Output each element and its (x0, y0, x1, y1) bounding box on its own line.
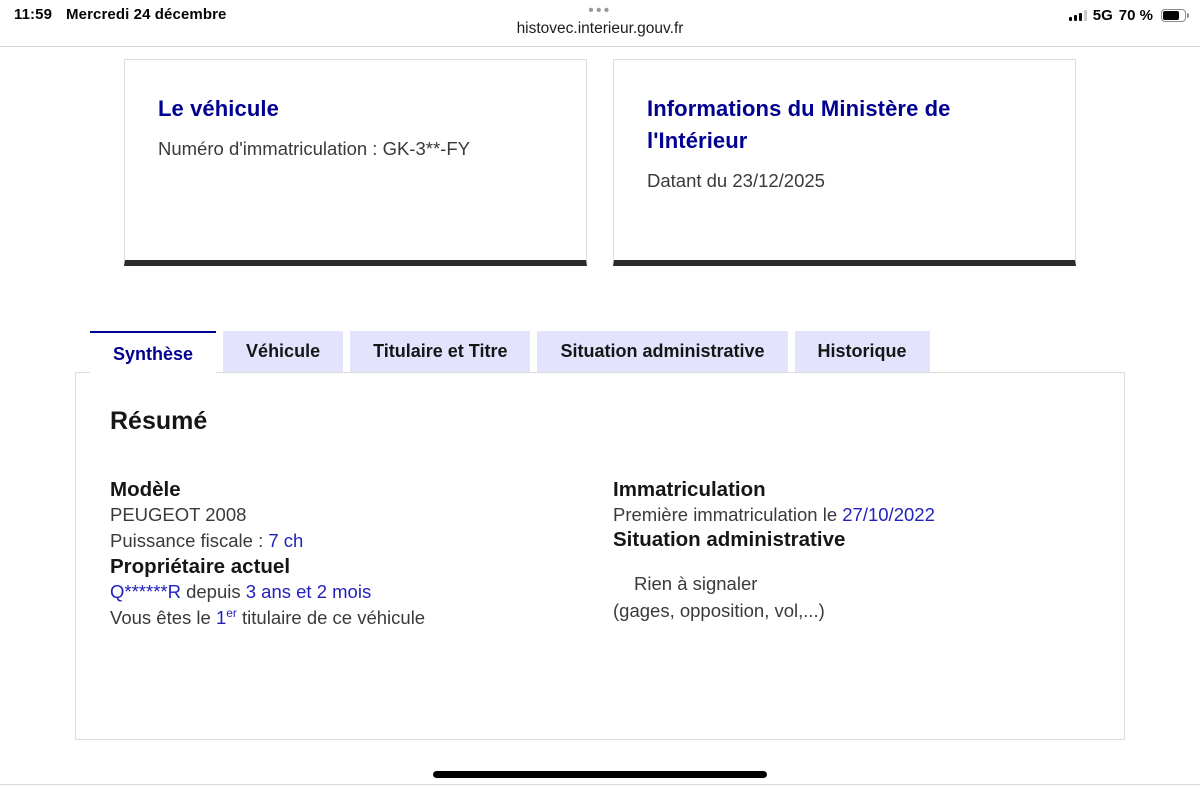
model-heading: Modèle (110, 478, 181, 501)
address-bar[interactable]: histovec.interieur.gouv.fr (0, 20, 1200, 38)
model-name: PEUGEOT 2008 (110, 504, 247, 525)
holder-line: Vous êtes le 1er titulaire de ce véhicul… (110, 605, 613, 631)
summary-cards: Le véhicule Numéro d'immatriculation : G… (124, 59, 1076, 266)
report-tabs: Synthèse Véhicule Titulaire et Titre Sit… (90, 331, 930, 375)
status-center: ••• histovec.interieur.gouv.fr (0, 3, 1200, 38)
owner-line: Q******R depuis 3 ans et 2 mois (110, 579, 613, 605)
tab-titulaire-et-titre[interactable]: Titulaire et Titre (350, 331, 531, 372)
owner-since-value: 3 ans et 2 mois (245, 580, 372, 602)
owner-since-label: depuis (180, 580, 246, 602)
tab-historique[interactable]: Historique (794, 331, 930, 372)
network-type: 5G (1092, 7, 1113, 24)
panel-title: Résumé (110, 407, 208, 435)
registration-label: Première immatriculation le (613, 504, 843, 525)
registration-date: 27/10/2022 (842, 504, 935, 525)
ministry-card: Informations du Ministère de l'Intérieur… (613, 59, 1076, 266)
panel-columns: Modèle PEUGEOT 2008 Puissance fiscale : … (110, 478, 1090, 631)
tab-synthese[interactable]: Synthèse (90, 331, 217, 375)
left-column: Modèle PEUGEOT 2008 Puissance fiscale : … (110, 478, 613, 631)
page-dots-icon[interactable]: ••• (0, 3, 1200, 18)
synthese-panel: Résumé Modèle PEUGEOT 2008 Puissance fis… (75, 372, 1125, 740)
vehicle-card-title: Le véhicule (158, 96, 279, 121)
holder-ordinal-suffix: er (226, 605, 237, 620)
owner-heading: Propriétaire actuel (110, 554, 291, 578)
status-bar: 11:59 Mercredi 24 décembre ••• histovec.… (0, 0, 1200, 47)
battery-icon (1161, 9, 1189, 22)
situation-heading: Situation administrative (613, 528, 846, 552)
fiscal-power-label: Puissance fiscale : (110, 530, 269, 552)
tab-vehicule[interactable]: Véhicule (223, 331, 344, 372)
vehicle-card: Le véhicule Numéro d'immatriculation : G… (124, 59, 587, 266)
ministry-card-date: Datant du 23/12/2025 (647, 169, 825, 191)
vehicle-card-plate: Numéro d'immatriculation : GK-3**-FY (158, 137, 470, 159)
owner-code: Q******R (110, 580, 181, 602)
right-column: Immatriculation Première immatriculation… (613, 478, 1090, 631)
home-indicator[interactable] (433, 771, 767, 778)
status-right: 5G 70 % (1068, 7, 1189, 24)
situation-note: (gages, opposition, vol,...) (613, 599, 825, 621)
cellular-signal-icon (1068, 10, 1087, 21)
battery-percent: 70 % (1118, 7, 1153, 24)
bottom-divider (0, 784, 1200, 785)
situation-status: Rien à signaler (634, 573, 758, 595)
registration-heading: Immatriculation (613, 478, 766, 501)
holder-suffix: titulaire de ce véhicule (236, 606, 426, 628)
tab-situation-administrative[interactable]: Situation administrative (537, 331, 788, 372)
fiscal-power-line: Puissance fiscale : 7 ch (110, 528, 613, 554)
fiscal-power-value: 7 ch (268, 530, 304, 552)
holder-prefix: Vous êtes le (110, 606, 216, 628)
holder-number: 1 (215, 606, 227, 628)
registration-line: Première immatriculation le 27/10/2022 (613, 502, 1090, 528)
ministry-card-title: Informations du Ministère de l'Intérieur (647, 96, 951, 153)
